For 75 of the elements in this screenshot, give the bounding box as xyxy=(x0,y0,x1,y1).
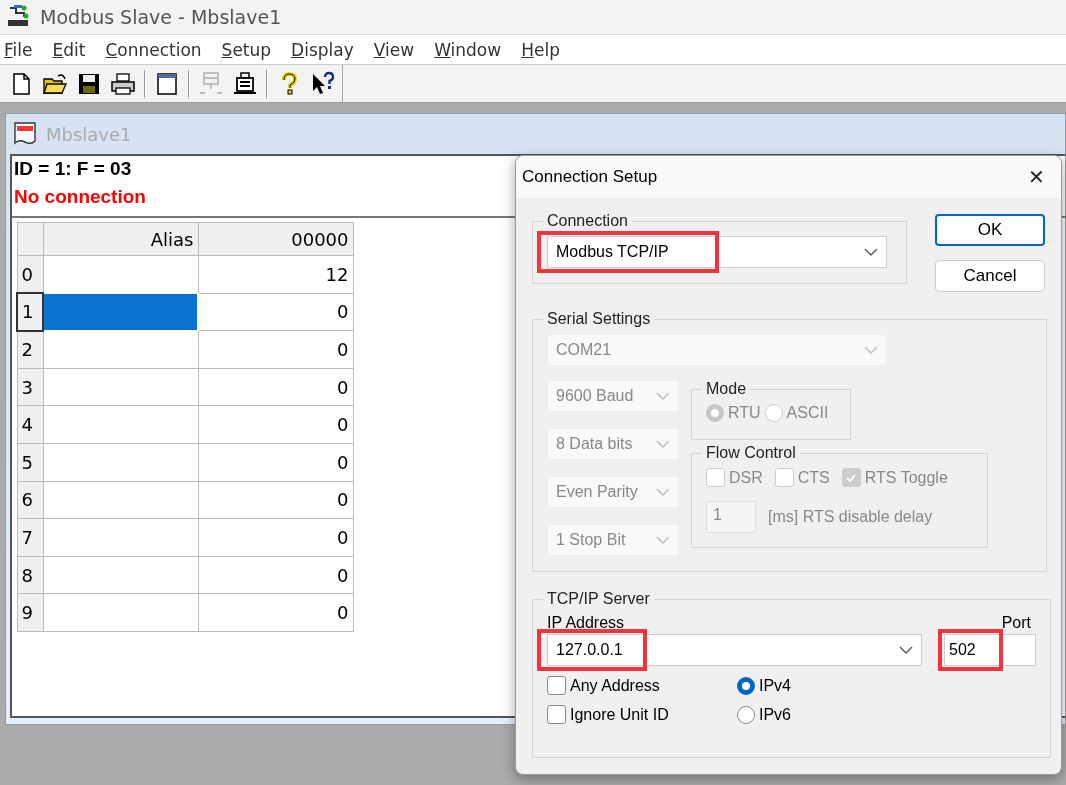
row-header: 9 xyxy=(17,593,43,632)
row-header: 7 xyxy=(17,518,43,557)
window-icon[interactable] xyxy=(154,71,180,97)
table-corner xyxy=(17,222,43,256)
menu-item[interactable]: Help xyxy=(521,39,560,60)
table-cell[interactable]: 0 xyxy=(198,556,353,594)
table-cell[interactable]: 0 xyxy=(198,368,353,406)
table-cell[interactable] xyxy=(43,368,198,406)
row-header: 6 xyxy=(17,481,43,519)
caret-icon xyxy=(656,440,670,448)
group-label: Mode xyxy=(705,380,748,398)
table-cell[interactable] xyxy=(43,556,198,594)
folder-icon[interactable] xyxy=(42,71,68,97)
table-cell[interactable]: 0 xyxy=(198,293,353,331)
checkbox[interactable]: Ignore Unit ID xyxy=(547,705,737,724)
table-cell[interactable] xyxy=(43,518,198,557)
radio-button[interactable]: IPv6 xyxy=(737,705,857,724)
menu-item[interactable]: Connection xyxy=(105,39,202,60)
dropdown-field[interactable]: 127.0.0.1 xyxy=(547,634,922,666)
column-header: Alias xyxy=(43,222,198,256)
row-header: 2 xyxy=(17,330,43,369)
group-label: Serial Settings xyxy=(546,310,652,328)
document-icon xyxy=(12,121,38,147)
row-header: 5 xyxy=(17,443,43,482)
window-title: Modbus Slave - Mbslave1 xyxy=(40,6,282,28)
caret-icon xyxy=(864,248,878,256)
table-cell[interactable]: 0 xyxy=(198,593,353,632)
slave-id-label: ID = 1: F = 03 xyxy=(14,158,132,180)
table-cell[interactable]: 12 xyxy=(198,255,353,294)
table-cell[interactable] xyxy=(43,443,198,482)
table-cell[interactable]: 0 xyxy=(198,481,353,519)
close-button[interactable]: ✕ xyxy=(1024,165,1049,189)
menu-item[interactable]: Edit xyxy=(52,39,86,60)
dropdown-field[interactable]: Modbus TCP/IP xyxy=(547,236,887,268)
table-cell[interactable] xyxy=(43,405,198,444)
window-title: Mbslave1 xyxy=(46,123,132,145)
caret-icon xyxy=(656,488,670,496)
connection-status: No connection xyxy=(14,186,146,208)
radio-button[interactable]: IPv4 xyxy=(737,676,857,695)
table-cell[interactable] xyxy=(43,481,198,519)
table-cell[interactable] xyxy=(43,593,198,632)
menu-item[interactable]: Display xyxy=(291,39,354,60)
port-field[interactable]: 502 xyxy=(944,634,1036,666)
pointer-help-icon[interactable] xyxy=(310,71,336,97)
table-cell[interactable]: 0 xyxy=(198,330,353,369)
ok-button[interactable]: OK xyxy=(935,214,1045,246)
field-label: Port xyxy=(1001,614,1031,632)
dialog-title: Connection Setup xyxy=(522,167,658,187)
group-label: TCP/IP Server xyxy=(546,590,651,608)
table-cell[interactable]: 0 xyxy=(198,405,353,444)
group-label: Connection xyxy=(546,212,629,230)
table-cell[interactable]: 0 xyxy=(198,443,353,482)
row-header: 0 xyxy=(17,255,43,294)
printer-icon[interactable] xyxy=(110,71,136,97)
delay-label: [ms] RTS disable delay xyxy=(768,508,933,526)
checkbox[interactable]: Any Address xyxy=(547,676,737,695)
plug-icon[interactable] xyxy=(232,71,258,97)
row-header: 1 xyxy=(17,293,43,331)
row-header: 8 xyxy=(17,556,43,594)
table-cell[interactable]: 0 xyxy=(198,518,353,557)
row-header: 3 xyxy=(17,368,43,406)
caret-icon xyxy=(864,346,878,354)
menu-item[interactable]: Window xyxy=(434,39,502,60)
caret-icon xyxy=(899,646,913,654)
menu-item[interactable]: File xyxy=(4,39,33,60)
field-label: IP Address xyxy=(547,614,625,632)
table-cell[interactable] xyxy=(43,330,198,369)
group-label: Flow Control xyxy=(705,444,797,462)
row-header: 4 xyxy=(17,405,43,444)
caret-icon xyxy=(656,392,670,400)
menu-item[interactable]: View xyxy=(373,39,415,60)
menu-item[interactable]: Setup xyxy=(221,39,272,60)
caret-icon xyxy=(656,536,670,544)
cancel-button[interactable]: Cancel xyxy=(935,260,1045,292)
column-header: 00000 xyxy=(198,222,353,256)
